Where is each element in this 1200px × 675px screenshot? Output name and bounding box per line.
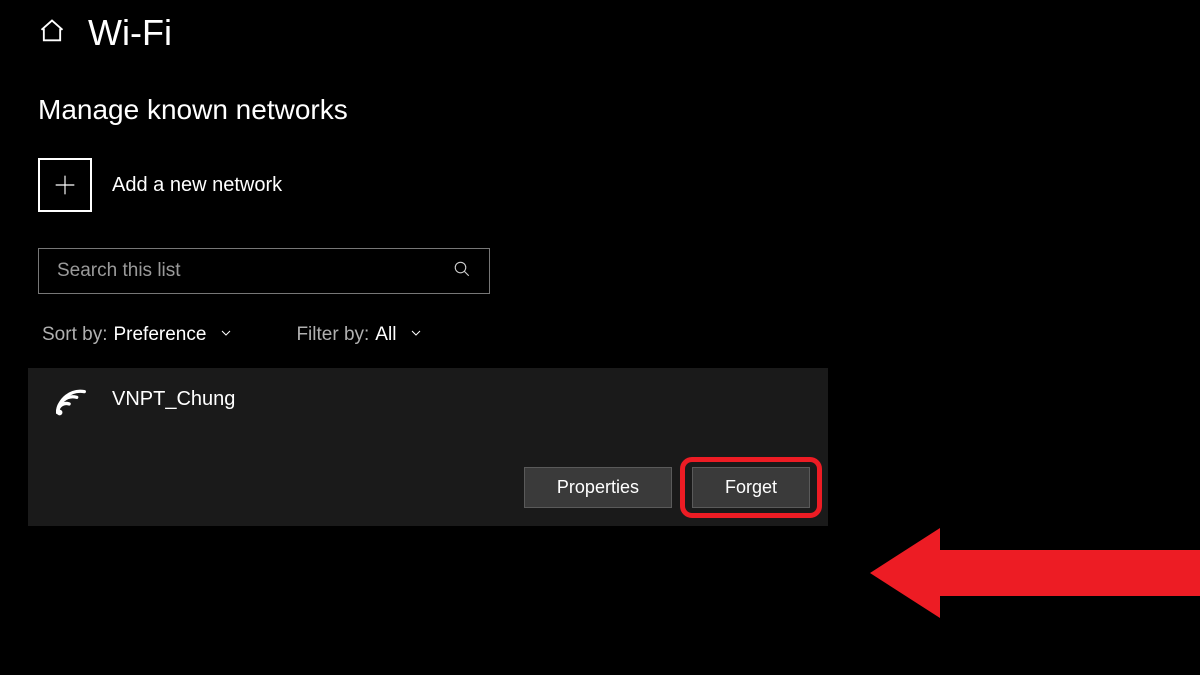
search-input[interactable]: Search this list <box>38 248 490 294</box>
wifi-icon <box>52 384 90 427</box>
add-network-label: Add a new network <box>112 174 282 197</box>
manage-networks-heading: Manage known networks <box>0 54 1200 126</box>
network-list-item[interactable]: VNPT_Chung Properties Forget <box>28 368 828 526</box>
forget-button[interactable]: Forget <box>692 467 810 508</box>
filter-label: Filter by: <box>296 324 369 346</box>
sort-dropdown[interactable]: Sort by: Preference <box>42 324 234 346</box>
network-item-header: VNPT_Chung <box>46 384 810 427</box>
list-controls: Sort by: Preference Filter by: All <box>0 294 1200 346</box>
sort-label: Sort by: <box>42 324 107 346</box>
page-header: Wi-Fi <box>0 0 1200 54</box>
plus-icon <box>38 158 92 212</box>
home-icon[interactable] <box>38 17 66 50</box>
add-network-button[interactable]: Add a new network <box>0 126 1200 212</box>
chevron-down-icon <box>402 325 424 346</box>
properties-button[interactable]: Properties <box>524 467 672 508</box>
annotation-arrow <box>870 528 1200 618</box>
network-actions: Properties Forget <box>46 467 810 508</box>
page-title: Wi-Fi <box>88 12 172 54</box>
network-name: VNPT_Chung <box>112 388 235 411</box>
sort-value: Preference <box>113 324 206 346</box>
filter-dropdown[interactable]: Filter by: All <box>296 324 424 346</box>
search-icon <box>453 260 471 283</box>
search-placeholder: Search this list <box>57 260 181 282</box>
filter-value: All <box>375 324 396 346</box>
chevron-down-icon <box>212 325 234 346</box>
